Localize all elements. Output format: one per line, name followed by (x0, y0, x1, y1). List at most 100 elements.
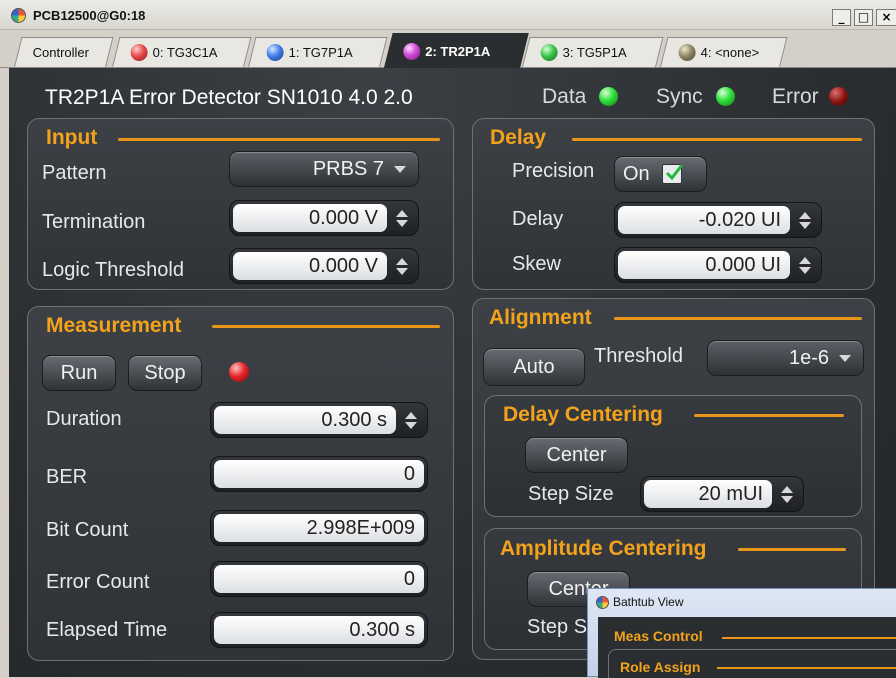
logic-threshold-label: Logic Threshold (42, 259, 184, 281)
bit-count-label: Bit Count (46, 519, 129, 541)
window-title: PCB12500@G0:18 (33, 8, 146, 23)
meas-control-section-title: Meas Control (614, 628, 703, 644)
delay-label: Delay (512, 208, 564, 230)
status-led-icon (266, 44, 284, 61)
tab-tg5p1a[interactable]: 3: TG5P1A (522, 37, 664, 67)
delay-value[interactable]: -0.020 UI (618, 206, 790, 234)
error-count-label: Error Count (46, 571, 150, 593)
delay-spinbox[interactable]: -0.020 UI (614, 202, 822, 238)
stop-button[interactable]: Stop (128, 355, 202, 391)
precision-value: On (623, 162, 650, 185)
spin-arrows-icon[interactable] (389, 252, 415, 280)
divider (614, 317, 862, 320)
auto-align-button[interactable]: Auto (483, 348, 585, 386)
data-led-icon (599, 87, 618, 106)
maximize-button[interactable]: □ (854, 9, 873, 26)
divider (118, 138, 440, 141)
error-led-icon (829, 87, 848, 106)
precision-label: Precision (512, 160, 595, 182)
divider (212, 325, 440, 328)
threshold-label: Threshold (594, 345, 683, 367)
spin-arrows-icon[interactable] (389, 204, 415, 232)
sync-status-label: Sync (656, 85, 703, 108)
tab-tr2p1a[interactable]: 2: TR2P1A (384, 33, 529, 68)
logic-threshold-spinbox[interactable]: 0.000 V (229, 248, 419, 284)
logic-threshold-value[interactable]: 0.000 V (233, 252, 387, 280)
status-led-icon (540, 44, 558, 61)
threshold-dropdown[interactable]: 1e-6 (707, 340, 864, 376)
divider (722, 637, 896, 639)
elapsed-time-readout: 0.300 s (210, 612, 428, 648)
pattern-label: Pattern (42, 162, 107, 184)
status-led-icon (678, 44, 696, 61)
minimize-button[interactable]: _ (832, 9, 851, 26)
input-panel-title: Input (46, 126, 98, 149)
delay-centering-title: Delay Centering (503, 403, 663, 426)
error-count-readout: 0 (210, 561, 428, 597)
checkbox-checked-icon (661, 164, 683, 184)
status-led-icon (130, 44, 148, 61)
alignment-panel-title: Alignment (489, 306, 592, 329)
close-button[interactable]: × (876, 9, 896, 26)
run-button[interactable]: Run (42, 355, 116, 391)
sync-led-icon (716, 87, 735, 106)
tab-tg3c1a[interactable]: 0: TG3C1A (112, 37, 252, 67)
divider (694, 414, 844, 417)
divider (572, 138, 862, 141)
app-logo-icon (11, 8, 26, 23)
delay-center-button[interactable]: Center (525, 437, 628, 473)
tab-label: 3: TG5P1A (562, 45, 627, 60)
amplitude-centering-title: Amplitude Centering (500, 537, 707, 560)
tab-label: Controller (32, 45, 89, 60)
measurement-status-led-icon (229, 362, 249, 382)
tab-none[interactable]: 4: <none> (660, 37, 788, 67)
termination-spinbox[interactable]: 0.000 V (229, 200, 419, 236)
termination-value[interactable]: 0.000 V (233, 204, 387, 232)
ber-value: 0 (214, 460, 424, 488)
termination-label: Termination (42, 211, 146, 233)
tab-controller[interactable]: Controller (14, 37, 114, 67)
tab-tg7p1a[interactable]: 1: TG7P1A (248, 37, 388, 67)
role-assign-section-title: Role Assign (620, 659, 701, 675)
skew-spinbox[interactable]: 0.000 UI (614, 247, 822, 283)
tab-label: 0: TG3C1A (152, 45, 218, 60)
spin-arrows-icon[interactable] (398, 406, 424, 434)
bathtub-view-window[interactable]: Bathtub View Meas Control Role Assign (587, 588, 896, 678)
duration-value[interactable]: 0.300 s (214, 406, 396, 434)
bit-count-value: 2.998E+009 (214, 514, 424, 542)
data-status-label: Data (542, 85, 587, 108)
pattern-value: PRBS 7 (312, 157, 384, 180)
pattern-dropdown[interactable]: PRBS 7 (229, 151, 419, 187)
error-status-label: Error (772, 85, 819, 108)
skew-value[interactable]: 0.000 UI (618, 251, 790, 279)
delay-step-size-value[interactable]: 20 mUI (644, 480, 772, 508)
threshold-value: 1e-6 (788, 346, 829, 369)
spin-arrows-icon[interactable] (774, 480, 800, 508)
delay-panel-title: Delay (490, 126, 547, 149)
skew-label: Skew (512, 253, 561, 275)
chevron-down-icon (394, 165, 406, 173)
spin-arrows-icon[interactable] (792, 206, 818, 234)
tab-label: 4: <none> (700, 45, 760, 60)
chevron-down-icon (839, 354, 851, 362)
duration-label: Duration (46, 408, 122, 430)
ber-label: BER (46, 466, 88, 488)
amplitude-step-size-label: Step S (527, 616, 588, 638)
elapsed-time-label: Elapsed Time (46, 619, 168, 641)
spin-arrows-icon[interactable] (792, 251, 818, 279)
elapsed-time-value: 0.300 s (214, 616, 424, 644)
precision-toggle[interactable]: On (614, 156, 707, 192)
module-tab-bar: Controller 0: TG3C1A 1: TG7P1A 2: TR2P1A… (0, 30, 896, 68)
duration-spinbox[interactable]: 0.300 s (210, 402, 428, 438)
status-led-icon (403, 42, 421, 60)
measurement-panel-title: Measurement (46, 314, 182, 337)
bathtub-content: Meas Control Role Assign (598, 617, 896, 678)
device-title: TR2P1A Error Detector SN1010 4.0 2.0 (45, 86, 413, 109)
delay-step-size-spinbox[interactable]: 20 mUI (640, 476, 804, 512)
bathtub-window-title: Bathtub View (613, 595, 684, 609)
app-logo-icon (596, 596, 609, 609)
error-count-value: 0 (214, 565, 424, 593)
divider (738, 548, 846, 551)
window-title-bar: PCB12500@G0:18 _ □ × (0, 0, 896, 30)
delay-step-size-label: Step Size (528, 483, 614, 505)
